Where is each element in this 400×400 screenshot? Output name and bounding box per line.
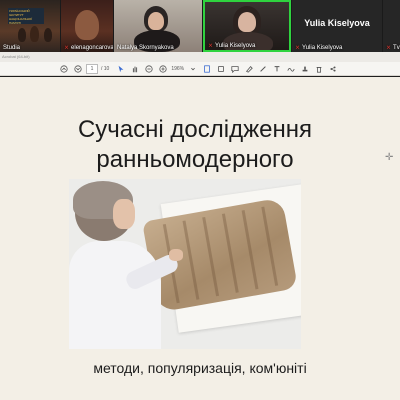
photo-person-shirt	[69, 241, 161, 349]
scroll-mode-icon[interactable]	[215, 63, 227, 75]
zoom-level[interactable]: 196%	[171, 66, 184, 72]
participant-tile-yulia-video[interactable]: ⨯ Yulia Kiselyova	[203, 0, 291, 52]
chevron-down-icon[interactable]	[187, 63, 199, 75]
participant-tile-elenagoncarova[interactable]: ⨯ elenagoncarova	[61, 0, 113, 52]
text-tool-icon[interactable]	[271, 63, 283, 75]
photo-person-hand	[169, 249, 183, 261]
pen-icon[interactable]	[257, 63, 269, 75]
participant-tile-yulia-name[interactable]: Yulia Kiselyova ⨯ Yulia Kiselyova	[292, 0, 382, 52]
pdf-toolbar: 1 / 10 196%	[0, 62, 400, 76]
participant-name: ⨯ Yulia Kiselyova	[295, 45, 343, 51]
presentation-slide: Сучасні дослідження ранньомодерного кост…	[0, 77, 400, 400]
person-silhouette	[30, 26, 39, 42]
photo-person-face	[113, 199, 135, 229]
participant-strip: УКРАЇНСЬКИЙ ІНСТИТУТ НАЦІОНАЛЬНОЇ ПАМ'ЯТ…	[0, 0, 400, 52]
participant-name: ⨯ elenagoncarova	[64, 45, 113, 51]
person-silhouette	[75, 10, 99, 40]
face	[238, 12, 256, 32]
window-title: Acrobat (64-bit)	[0, 52, 400, 62]
share-icon[interactable]	[327, 63, 339, 75]
face	[148, 12, 164, 30]
featured-participant-name: Yulia Kiselyova	[304, 18, 370, 28]
slide-title-line-1: Сучасні дослідження ранньомодерного	[77, 116, 313, 173]
delete-icon[interactable]	[313, 63, 325, 75]
page-total: / 10	[101, 65, 110, 72]
page-number-input[interactable]: 1	[86, 63, 98, 74]
participant-name: Natalya Skornyakova	[117, 45, 174, 51]
mic-muted-icon: ⨯	[208, 43, 214, 49]
page-down-icon[interactable]	[72, 63, 84, 75]
participant-name: Studia	[3, 45, 21, 51]
mic-muted-icon: ⨯	[64, 45, 70, 51]
move-cursor-icon: ✛	[385, 152, 394, 163]
studio-banner: УКРАЇНСЬКИЙ ІНСТИТУТ НАЦІОНАЛЬНОЇ ПАМ'ЯТ…	[8, 8, 44, 25]
slide-caption: методи, популяризація, ком'юніті	[93, 360, 307, 376]
page-up-icon[interactable]	[58, 63, 70, 75]
comment-icon[interactable]	[229, 63, 241, 75]
slide-photo	[69, 179, 301, 349]
participant-tile-natalya[interactable]: Natalya Skornyakova	[114, 0, 202, 52]
zoom-in-icon[interactable]	[157, 63, 169, 75]
mic-muted-icon: ⨯	[295, 45, 301, 51]
hand-tool-icon[interactable]	[129, 63, 141, 75]
stamp-icon[interactable]	[299, 63, 311, 75]
highlight-icon[interactable]	[243, 63, 255, 75]
participant-tile-studia[interactable]: УКРАЇНСЬКИЙ ІНСТИТУТ НАЦІОНАЛЬНОЇ ПАМ'ЯТ…	[0, 0, 60, 52]
person-silhouette	[44, 28, 52, 42]
mic-muted-icon: ⨯	[386, 45, 392, 51]
participant-name: ⨯ Tv	[386, 45, 400, 51]
zoom-out-icon[interactable]	[143, 63, 155, 75]
participant-tile-tv[interactable]: ⨯ Tv	[383, 0, 400, 52]
sign-icon[interactable]	[285, 63, 297, 75]
select-cursor-icon[interactable]	[115, 63, 127, 75]
person-silhouette	[18, 28, 26, 42]
fit-page-icon[interactable]	[201, 63, 213, 75]
participant-name: ⨯ Yulia Kiselyova	[208, 43, 256, 49]
